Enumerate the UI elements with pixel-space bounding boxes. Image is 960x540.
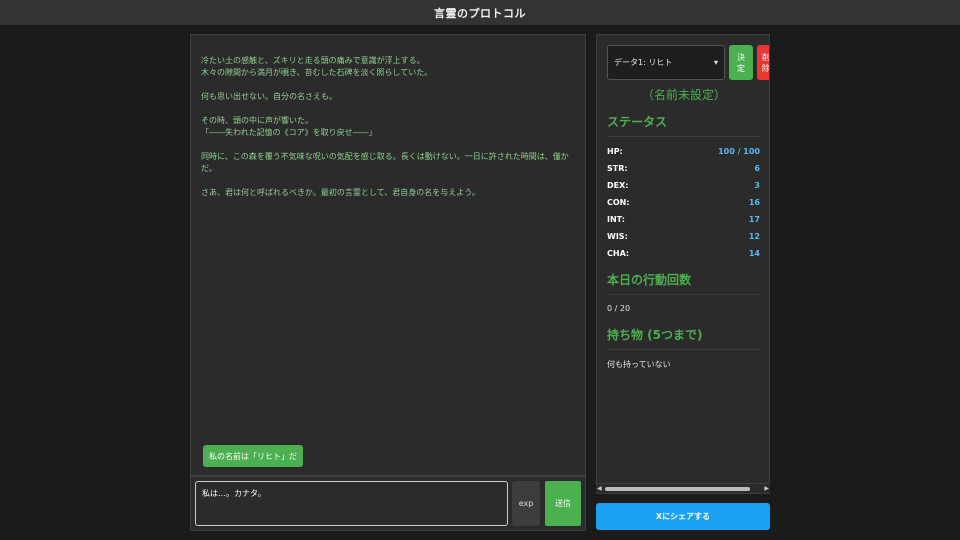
stat-row-str: STR: 6 <box>607 164 760 173</box>
status-sidebar: データ1: リヒト ▾ 決 定 削 除 （名前未設定） ステータス HP: 10… <box>596 34 770 494</box>
stat-value: 17 <box>748 215 760 224</box>
story-paragraph: 何も思い出せない。自分の名さえも。 <box>201 92 337 101</box>
exp-button[interactable]: exp <box>512 481 540 526</box>
share-on-x-button[interactable]: Xにシェアする <box>596 503 770 530</box>
stat-value: 16 <box>748 198 760 207</box>
stat-row-con: CON: 16 <box>607 198 760 207</box>
scroll-left-arrow-icon[interactable]: ◀ <box>597 485 602 492</box>
stat-label: CON: <box>607 198 630 207</box>
stat-value: 12 <box>748 232 760 241</box>
stat-row-hp: HP: 100 / 100 <box>607 147 760 156</box>
input-area: 私は…。カナタ。 exp 送信 <box>190 476 586 531</box>
actions-count: 0 / 20 <box>607 304 631 313</box>
stat-row-dex: DEX: 3 <box>607 181 760 190</box>
stat-value: 100 / 100 <box>718 147 760 156</box>
actions-heading: 本日の行動回数 <box>607 271 760 295</box>
delete-button[interactable]: 削 除 <box>757 45 769 80</box>
story-text: 冷たい土の感触と、ズキリと走る頭の痛みで意識が浮上する。 木々の隙間から満月が覗… <box>201 55 573 211</box>
stat-label: CHA: <box>607 249 630 258</box>
inventory-heading: 持ち物 (5つまで) <box>607 326 760 350</box>
story-panel: 冷たい土の感触と、ズキリと走る頭の痛みで意識が浮上する。 木々の隙間から満月が覗… <box>190 34 586 476</box>
story-paragraph: 冷たい土の感触と、ズキリと走る頭の痛みで意識が浮上する。 木々の隙間から満月が覗… <box>201 56 433 77</box>
stat-label: STR: <box>607 164 628 173</box>
stat-label: INT: <box>607 215 625 224</box>
save-slot-value: データ1: リヒト <box>614 58 673 67</box>
story-paragraph: さあ、君は何と呼ばれるべきか。最初の言霊として、君自身の名を与えよう。 <box>201 188 480 197</box>
save-slot-select[interactable]: データ1: リヒト ▾ <box>607 45 725 80</box>
scroll-thumb[interactable] <box>605 487 750 491</box>
send-button[interactable]: 送信 <box>545 481 581 526</box>
stat-value: 14 <box>748 249 760 258</box>
message-input[interactable]: 私は…。カナタ。 <box>195 481 508 526</box>
suggestion-button[interactable]: 私の名前は「リヒト」だ <box>203 445 303 467</box>
inventory-empty-text: 何も持っていない <box>607 360 671 369</box>
chevron-down-icon: ▾ <box>713 58 718 67</box>
stat-row-cha: CHA: 14 <box>607 249 760 258</box>
sidebar-horizontal-scrollbar[interactable]: ◀ ▶ <box>596 483 770 493</box>
story-paragraph: その時、頭の中に声が響いた。 「――失われた記憶の《コア》を取り戻せ――」 <box>201 116 377 137</box>
stat-label: WIS: <box>607 232 628 241</box>
stat-label: DEX: <box>607 181 629 190</box>
scroll-right-arrow-icon[interactable]: ▶ <box>764 485 769 492</box>
story-paragraph: 同時に、この森を覆う不気味な呪いの気配を感じ取る。長くは動けない。一日に許された… <box>201 152 569 173</box>
decide-button[interactable]: 決 定 <box>729 45 753 80</box>
stat-label: HP: <box>607 147 623 156</box>
stat-row-int: INT: 17 <box>607 215 760 224</box>
stat-value: 6 <box>754 164 760 173</box>
app-header: 言霊のプロトコル <box>0 0 960 25</box>
app-title: 言霊のプロトコル <box>434 6 526 20</box>
stat-row-wis: WIS: 12 <box>607 232 760 241</box>
stat-value: 3 <box>754 181 760 190</box>
status-heading: ステータス <box>607 113 760 137</box>
character-name: （名前未設定） <box>641 88 726 102</box>
